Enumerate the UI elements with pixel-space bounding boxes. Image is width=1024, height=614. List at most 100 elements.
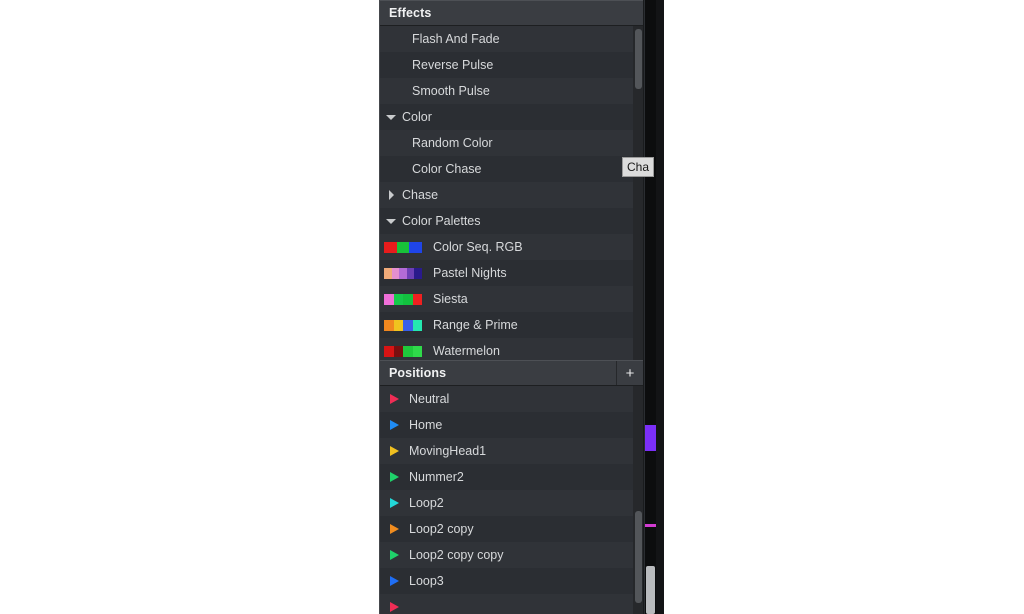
position-row-label: Loop2 copy copy <box>409 548 504 562</box>
disclosure-triangle <box>386 218 396 224</box>
position-row[interactable]: Loop2 <box>380 490 643 516</box>
palette-swatch-icon <box>384 319 422 331</box>
palette-swatch-color <box>393 319 403 331</box>
effects-row[interactable]: Reverse Pulse <box>380 52 643 78</box>
effects-row[interactable]: Pastel Nights <box>380 260 643 286</box>
play-triangle-icon[interactable] <box>390 602 399 612</box>
effects-row[interactable]: Smooth Pulse <box>380 78 643 104</box>
palette-swatch-color <box>403 345 413 357</box>
effects-row-label: Watermelon <box>433 344 500 358</box>
effects-row[interactable]: Range & Prime <box>380 312 643 338</box>
hover-tooltip: Cha <box>622 157 655 177</box>
palette-swatch-color <box>406 267 415 279</box>
play-triangle-icon[interactable] <box>390 472 399 482</box>
play-triangle-icon[interactable] <box>390 446 399 456</box>
effects-row-label: Smooth Pulse <box>412 84 490 98</box>
palette-swatch-color <box>391 267 400 279</box>
effects-row-label: Random Color <box>412 136 493 150</box>
effects-row[interactable]: Color Palettes <box>380 208 643 234</box>
play-triangle-icon[interactable] <box>390 550 399 560</box>
chevron-down-icon[interactable] <box>380 114 402 120</box>
chevron-down-icon[interactable] <box>380 218 402 224</box>
palette-swatch-color <box>393 345 403 357</box>
position-row[interactable]: Home <box>380 412 643 438</box>
effects-row[interactable]: Color Chase <box>380 156 643 182</box>
effects-row[interactable]: Color Seq. RGB <box>380 234 643 260</box>
effects-list[interactable]: Flash And Fade Reverse Pulse Smooth Pulse C… <box>380 26 643 360</box>
play-triangle-icon[interactable] <box>390 524 399 534</box>
palette-swatch-color <box>412 293 422 305</box>
palette-swatch-color <box>414 267 422 279</box>
palette-swatch-color <box>384 241 397 253</box>
play-triangle-icon[interactable] <box>390 394 399 404</box>
effects-row-label: Color Palettes <box>402 214 481 228</box>
position-row-label: Nummer2 <box>409 470 464 484</box>
effects-row[interactable]: Chase <box>380 182 643 208</box>
disclosure-triangle <box>386 114 396 120</box>
palette-swatch-icon <box>384 267 422 279</box>
position-row-label: Loop2 copy <box>409 522 474 536</box>
position-row[interactable]: Neutral <box>380 386 643 412</box>
effects-header-title: Effects <box>389 6 432 20</box>
effects-row-label: Color <box>402 110 432 124</box>
effects-scrollbar-thumb[interactable] <box>635 29 642 90</box>
palette-swatch-color <box>393 293 403 305</box>
position-row[interactable]: Loop2 copy copy <box>380 542 643 568</box>
play-triangle-icon[interactable] <box>390 420 399 430</box>
effects-row-label: Chase <box>402 188 439 202</box>
palette-swatch-color <box>396 241 410 253</box>
position-row[interactable]: Loop3 <box>380 568 643 594</box>
position-row-label: Home <box>409 418 443 432</box>
effects-row[interactable]: Watermelon <box>380 338 643 360</box>
position-row[interactable]: MovingHead1 <box>380 438 643 464</box>
palette-swatch-color <box>384 293 394 305</box>
right-strip-scrollbar[interactable] <box>646 566 655 614</box>
effects-row-label: Flash And Fade <box>412 32 500 46</box>
effects-row-label: Color Seq. RGB <box>433 240 523 254</box>
palette-swatch-color <box>412 319 422 331</box>
right-strip-color-block <box>645 425 656 451</box>
effects-section-header[interactable]: Effects <box>380 0 643 26</box>
effects-row-label: Pastel Nights <box>433 266 507 280</box>
effects-row[interactable]: Random Color <box>380 130 643 156</box>
play-triangle-icon[interactable] <box>390 576 399 586</box>
positions-scrollbar[interactable] <box>633 386 643 614</box>
position-row-label: Loop2 <box>409 496 444 510</box>
play-triangle-icon[interactable] <box>390 498 399 508</box>
effects-row[interactable]: Siesta <box>380 286 643 312</box>
chevron-right-icon[interactable] <box>380 190 402 200</box>
right-strip-track <box>645 0 656 614</box>
positions-section-header[interactable]: Positions + <box>380 360 643 386</box>
palette-swatch-icon <box>384 241 422 253</box>
positions-scrollbar-thumb[interactable] <box>635 511 642 603</box>
palette-swatch-color <box>403 319 413 331</box>
position-row-label: MovingHead1 <box>409 444 487 458</box>
effects-row-label: Range & Prime <box>433 318 518 332</box>
effects-row-label: Reverse Pulse <box>412 58 494 72</box>
palette-swatch-color <box>412 345 422 357</box>
position-row-label: Loop3 <box>409 574 444 588</box>
effects-row[interactable]: Color <box>380 104 643 130</box>
add-position-button[interactable]: + <box>616 361 643 385</box>
position-row-label: Neutral <box>409 392 450 406</box>
position-row[interactable] <box>380 594 643 614</box>
screen-root: Effects Flash And Fade Reverse Pulse Smoot… <box>0 0 1024 614</box>
position-row[interactable]: Nummer2 <box>380 464 643 490</box>
palette-swatch-color <box>384 345 394 357</box>
effects-scrollbar[interactable] <box>633 26 643 360</box>
positions-list[interactable]: Neutral Home MovingHead1 Nummer2 Loop2 Loop2 … <box>380 386 643 614</box>
effects-row[interactable]: Flash And Fade <box>380 26 643 52</box>
positions-header-title: Positions <box>389 366 447 380</box>
palette-swatch-color <box>384 319 394 331</box>
palette-swatch-color <box>384 267 392 279</box>
palette-swatch-icon <box>384 293 422 305</box>
palette-swatch-color <box>403 293 413 305</box>
right-edge-strip <box>645 0 664 614</box>
position-row[interactable]: Loop2 copy <box>380 516 643 542</box>
side-panel: Effects Flash And Fade Reverse Pulse Smoot… <box>379 0 644 614</box>
right-strip-color-block <box>645 524 656 527</box>
palette-swatch-icon <box>384 345 422 357</box>
effects-row-label: Siesta <box>433 292 468 306</box>
disclosure-triangle <box>388 190 394 200</box>
palette-swatch-color <box>399 267 407 279</box>
